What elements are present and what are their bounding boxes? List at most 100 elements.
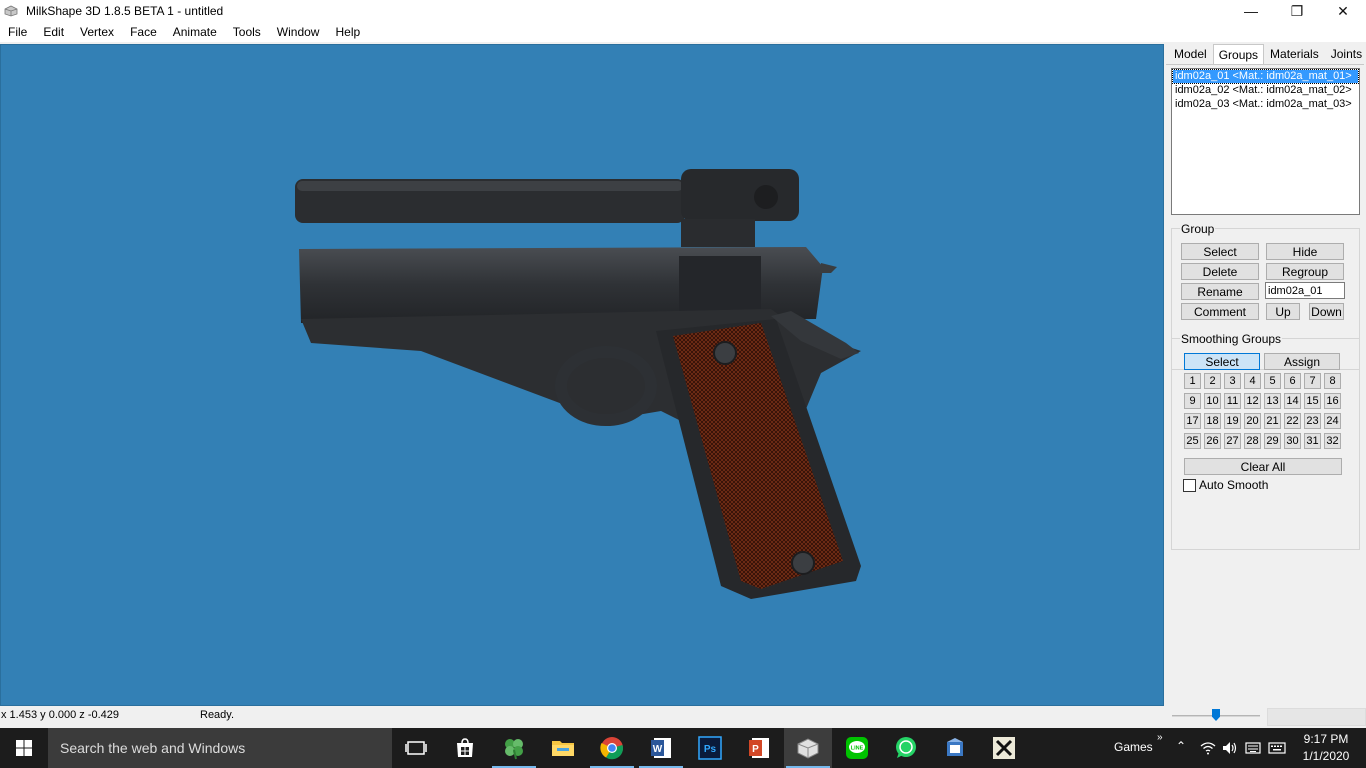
- group-delete-button[interactable]: Delete: [1181, 263, 1259, 280]
- toolbar-expand-icon[interactable]: »: [1157, 732, 1163, 743]
- chrome-icon[interactable]: [588, 728, 636, 768]
- language-input-icon[interactable]: [1268, 741, 1286, 755]
- group-list-item[interactable]: idm02a_01 <Mat.: idm02a_mat_01>: [1172, 69, 1359, 84]
- menu-vertex[interactable]: Vertex: [72, 25, 122, 39]
- smoothing-assign-button[interactable]: Assign: [1264, 353, 1340, 370]
- start-button[interactable]: [0, 728, 48, 768]
- menu-tools[interactable]: Tools: [225, 25, 269, 39]
- auto-smooth-checkbox[interactable]: [1183, 479, 1196, 492]
- group-name-input[interactable]: idm02a_01: [1265, 282, 1345, 299]
- group-list-item[interactable]: idm02a_03 <Mat.: idm02a_mat_03>: [1173, 98, 1358, 111]
- smoothing-group-20-button[interactable]: 20: [1244, 413, 1261, 429]
- word-icon[interactable]: W: [637, 728, 685, 768]
- menu-animate[interactable]: Animate: [165, 25, 225, 39]
- group-select-button[interactable]: Select: [1181, 243, 1259, 260]
- windows-logo-icon: [16, 740, 32, 756]
- smoothing-group-12-button[interactable]: 12: [1244, 393, 1261, 409]
- taskbar-search-input[interactable]: Search the web and Windows: [48, 728, 392, 768]
- tab-groups[interactable]: Groups: [1212, 44, 1265, 64]
- smoothing-group-4-button[interactable]: 4: [1244, 373, 1261, 389]
- powerpoint-icon[interactable]: P: [735, 728, 783, 768]
- smoothing-group-28-button[interactable]: 28: [1244, 433, 1261, 449]
- menu-edit[interactable]: Edit: [35, 25, 72, 39]
- games-toolbar-label[interactable]: Games: [1114, 740, 1153, 754]
- group-section-label: Group: [1180, 222, 1216, 236]
- group-regroup-button[interactable]: Regroup: [1266, 263, 1344, 280]
- tab-model[interactable]: Model: [1168, 44, 1213, 64]
- smoothing-group-24-button[interactable]: 24: [1324, 413, 1341, 429]
- menu-help[interactable]: Help: [327, 25, 368, 39]
- smoothing-group-25-button[interactable]: 25: [1184, 433, 1201, 449]
- group-hide-button[interactable]: Hide: [1266, 243, 1344, 260]
- smoothing-group-8-button[interactable]: 8: [1324, 373, 1341, 389]
- whatsapp-icon[interactable]: [882, 728, 930, 768]
- smoothing-group-31-button[interactable]: 31: [1304, 433, 1321, 449]
- line-app-icon[interactable]: LINE: [833, 728, 881, 768]
- smoothing-group-30-button[interactable]: 30: [1284, 433, 1301, 449]
- smoothing-group-3-button[interactable]: 3: [1224, 373, 1241, 389]
- clock-time: 9:17 PM: [1303, 732, 1349, 746]
- smoothing-group-14-button[interactable]: 14: [1284, 393, 1301, 409]
- menu-window[interactable]: Window: [269, 25, 328, 39]
- menu-file[interactable]: File: [0, 25, 35, 39]
- smoothing-group-15-button[interactable]: 15: [1304, 393, 1321, 409]
- clover-app-icon[interactable]: [490, 728, 538, 768]
- 3d-viewport[interactable]: [0, 44, 1164, 706]
- tab-divider: [1166, 64, 1364, 65]
- groups-listbox[interactable]: idm02a_01 <Mat.: idm02a_mat_01> idm02a_0…: [1171, 68, 1360, 215]
- status-pane: [1267, 708, 1366, 726]
- menu-face[interactable]: Face: [122, 25, 165, 39]
- smoothing-select-button[interactable]: Select: [1184, 353, 1260, 370]
- pistol-model: [295, 169, 861, 599]
- group-up-button[interactable]: Up: [1266, 303, 1300, 320]
- file-explorer-icon[interactable]: [539, 728, 587, 768]
- smoothing-group-5-button[interactable]: 5: [1264, 373, 1281, 389]
- clear-all-button[interactable]: Clear All: [1184, 458, 1342, 475]
- maximize-button[interactable]: ❐: [1274, 0, 1320, 22]
- smoothing-group-23-button[interactable]: 23: [1304, 413, 1321, 429]
- group-down-button[interactable]: Down: [1309, 303, 1344, 320]
- document-app-icon[interactable]: [931, 728, 979, 768]
- smoothing-group-6-button[interactable]: 6: [1284, 373, 1301, 389]
- keyboard-icon[interactable]: [1245, 741, 1261, 755]
- volume-icon[interactable]: [1222, 741, 1238, 755]
- minimize-button[interactable]: —: [1228, 0, 1274, 22]
- smoothing-group-32-button[interactable]: 32: [1324, 433, 1341, 449]
- milkshape-taskbar-icon[interactable]: [784, 728, 832, 768]
- smoothing-group-22-button[interactable]: 22: [1284, 413, 1301, 429]
- tab-joints[interactable]: Joints: [1325, 44, 1366, 64]
- tab-materials[interactable]: Materials: [1264, 44, 1325, 64]
- group-rename-button[interactable]: Rename: [1181, 283, 1259, 300]
- zoom-slider-thumb[interactable]: [1212, 709, 1220, 721]
- smoothing-group-26-button[interactable]: 26: [1204, 433, 1221, 449]
- smoothing-group-13-button[interactable]: 13: [1264, 393, 1281, 409]
- group-list-item[interactable]: idm02a_02 <Mat.: idm02a_mat_02>: [1173, 84, 1358, 97]
- title-bar: MilkShape 3D 1.8.5 BETA 1 - untitled — ❐…: [0, 0, 1366, 22]
- smoothing-group-10-button[interactable]: 10: [1204, 393, 1221, 409]
- smoothing-group-18-button[interactable]: 18: [1204, 413, 1221, 429]
- close-button[interactable]: ✕: [1320, 0, 1366, 22]
- x-app-icon[interactable]: [980, 728, 1028, 768]
- svg-text:LINE: LINE: [851, 746, 864, 752]
- network-icon[interactable]: [1200, 741, 1216, 755]
- smoothing-group-19-button[interactable]: 19: [1224, 413, 1241, 429]
- smoothing-group-7-button[interactable]: 7: [1304, 373, 1321, 389]
- smoothing-group-9-button[interactable]: 9: [1184, 393, 1201, 409]
- tray-chevron-up-icon[interactable]: ⌃: [1176, 739, 1186, 753]
- group-comment-button[interactable]: Comment: [1181, 303, 1259, 320]
- status-message: Ready.: [200, 709, 235, 721]
- smoothing-group-27-button[interactable]: 27: [1224, 433, 1241, 449]
- task-view-icon[interactable]: [392, 728, 440, 768]
- smoothing-group-16-button[interactable]: 16: [1324, 393, 1341, 409]
- smoothing-group-2-button[interactable]: 2: [1204, 373, 1221, 389]
- smoothing-group-17-button[interactable]: 17: [1184, 413, 1201, 429]
- photoshop-icon[interactable]: Ps: [686, 728, 734, 768]
- store-icon[interactable]: [441, 728, 489, 768]
- svg-text:Ps: Ps: [704, 744, 717, 755]
- smoothing-groups-label: Smoothing Groups: [1180, 332, 1283, 346]
- smoothing-group-21-button[interactable]: 21: [1264, 413, 1281, 429]
- smoothing-group-1-button[interactable]: 1: [1184, 373, 1201, 389]
- taskbar-clock[interactable]: 9:17 PM 1/1/2020: [1296, 731, 1356, 765]
- smoothing-group-29-button[interactable]: 29: [1264, 433, 1281, 449]
- smoothing-group-11-button[interactable]: 11: [1224, 393, 1241, 409]
